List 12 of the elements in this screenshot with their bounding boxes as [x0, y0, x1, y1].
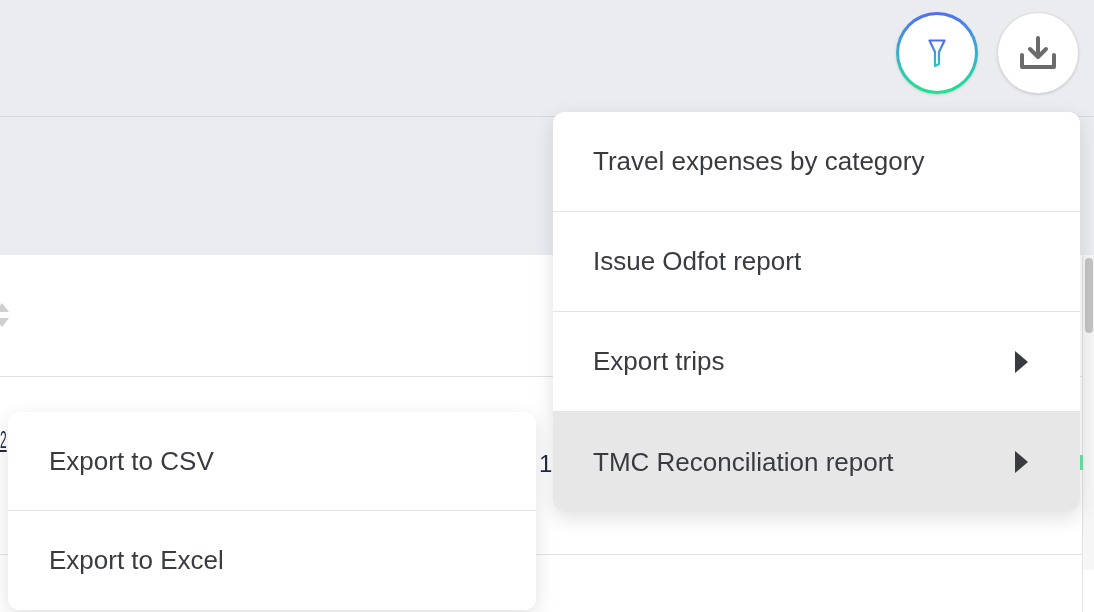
menu-item[interactable]: Travel expenses by category: [553, 112, 1080, 212]
menu-item[interactable]: Export to CSV: [8, 412, 536, 511]
download-icon: [1019, 36, 1057, 70]
status-mark: [1080, 455, 1083, 470]
filter-icon: [928, 39, 946, 67]
table-cell: 1: [539, 449, 553, 479]
menu-item[interactable]: Export trips: [553, 312, 1080, 412]
table-link[interactable]: 2: [0, 425, 7, 455]
menu-item[interactable]: TMC Reconciliation report: [553, 412, 1080, 512]
menu-item[interactable]: Export to Excel: [8, 511, 536, 610]
menu-item[interactable]: Issue Odfot report: [553, 212, 1080, 312]
scrollbar[interactable]: [1083, 255, 1094, 570]
